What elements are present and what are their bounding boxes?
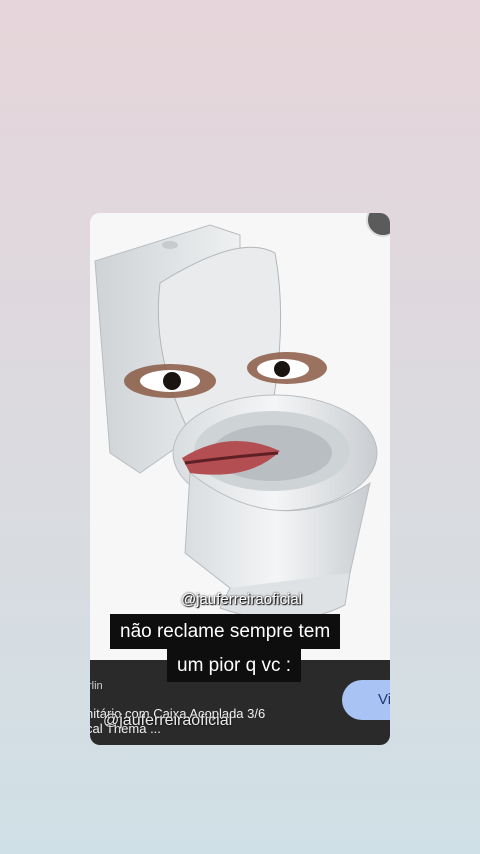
watermark-top: @jauferreiraoficial xyxy=(181,591,303,608)
visit-button[interactable]: Vis xyxy=(342,680,390,720)
watermark-bottom: @jauferreiraoficial xyxy=(103,712,233,729)
seller-name: rlin xyxy=(90,680,103,692)
caption-line-1: não reclame sempre tem xyxy=(110,614,341,649)
caption-line-2: um pior q vc : xyxy=(167,649,302,682)
